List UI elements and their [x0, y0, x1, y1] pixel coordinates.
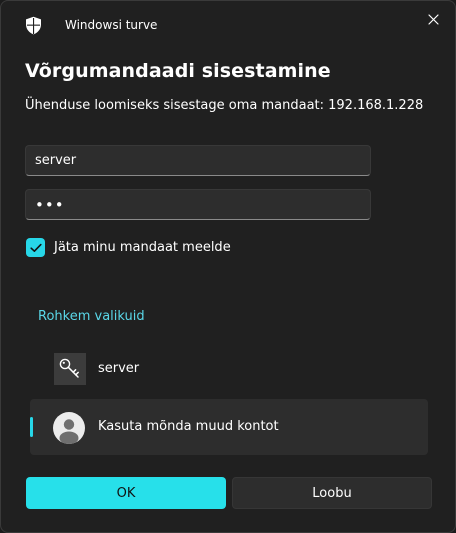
remember-credentials-checkbox[interactable] [26, 238, 45, 257]
windows-security-shield-icon [26, 16, 41, 35]
dialog-subtext: Ühenduse loomiseks sisestage oma mandaat… [25, 98, 424, 113]
key-icon [54, 353, 86, 385]
password-field[interactable] [25, 189, 371, 220]
account-name: server [98, 361, 140, 376]
close-button[interactable] [421, 7, 445, 31]
username-field[interactable] [25, 145, 371, 176]
ok-button[interactable]: OK [26, 477, 226, 509]
selection-indicator [30, 417, 33, 437]
credential-dialog: Windowsi turve Võrgumandaadi sisestamine… [0, 0, 456, 533]
app-title: Windowsi turve [65, 18, 158, 32]
cancel-button[interactable]: Loobu [232, 477, 432, 509]
account-name: Kasuta mõnda muud kontot [98, 419, 279, 434]
title-bar: Windowsi turve [1, 1, 455, 49]
dialog-heading: Võrgumandaadi sisestamine [25, 60, 331, 82]
account-option-server[interactable]: server [30, 341, 428, 397]
more-options-link[interactable]: Rohkem valikuid [38, 309, 145, 324]
remember-credentials-label[interactable]: Jäta minu mandaat meelde [54, 240, 231, 255]
close-icon [427, 13, 439, 25]
user-avatar-icon [53, 412, 85, 444]
account-option-other[interactable]: Kasuta mõnda muud kontot [30, 399, 428, 455]
checkmark-icon [29, 243, 42, 252]
